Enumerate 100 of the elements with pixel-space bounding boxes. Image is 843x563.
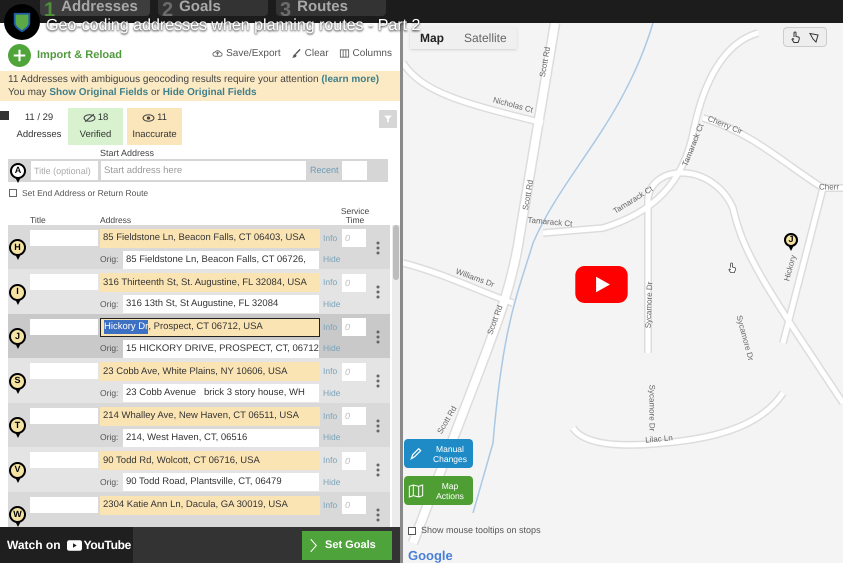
title-input[interactable] — [30, 408, 98, 424]
step-label: Routes — [297, 0, 348, 14]
show-original-fields-link[interactable]: Show Original Fields — [49, 87, 148, 98]
stat-count: 18 — [98, 110, 108, 125]
orig-label: Orig: — [100, 431, 120, 444]
info-link[interactable]: Info — [323, 410, 341, 423]
notice-text: You may Show Original Fields or Hide Original Fields — [8, 86, 258, 99]
step-tab[interactable]: 2 Goals — [158, 0, 268, 16]
title-input[interactable] — [30, 363, 98, 380]
kebab-menu-icon — [376, 240, 380, 254]
hand-cursor-icon — [727, 262, 738, 274]
kebab-menu-icon — [376, 285, 380, 299]
address-input[interactable]: 316 Thirteenth St, St. Augustine, FL 32084, USA — [100, 273, 320, 292]
play-button-icon — [575, 266, 628, 303]
service-time-input[interactable]: 0 — [342, 496, 366, 514]
map-type-tab[interactable]: Satellite — [454, 27, 517, 49]
original-address-input[interactable]: 214, West Haven, CT, 06516 — [123, 428, 319, 447]
checkbox[interactable] — [9, 189, 17, 198]
address-input[interactable]: 85 Fieldstone Ln, Beacon Falls, CT 06403, USA — [100, 228, 320, 248]
hide-link[interactable]: Hide — [323, 253, 340, 266]
step-number: 2 — [162, 0, 174, 16]
info-link[interactable]: Info — [323, 232, 341, 245]
google-logo: Google — [408, 547, 453, 563]
start-address-input[interactable]: Start address here — [101, 161, 306, 180]
watch-on-label: Watch on — [7, 537, 61, 554]
collapse-icon[interactable] — [0, 111, 9, 120]
step-number: 1 — [44, 0, 56, 16]
learn-more-link[interactable]: (learn more) — [321, 74, 380, 85]
set-goals-button[interactable]: Set Goals — [302, 530, 392, 560]
hide-original-fields-link[interactable]: Hide Original Fields — [162, 87, 257, 98]
info-link[interactable]: Info — [323, 365, 341, 378]
title-input[interactable] — [30, 496, 98, 513]
map-actions-button[interactable]: Map Actions — [404, 476, 473, 505]
original-address-input[interactable]: 23 Cobb Avenue brick 3 story house, WH — [123, 384, 319, 402]
orig-label: Orig: — [100, 476, 120, 489]
checkbox-label: Show mouse tooltips on stops — [421, 524, 541, 537]
step-tab[interactable]: 3 Routes — [276, 0, 386, 16]
map-icon — [408, 482, 424, 498]
street-label: Sycamore Dr — [648, 384, 656, 432]
step-number: 3 — [280, 0, 292, 16]
kebab-menu-icon — [376, 418, 380, 432]
street-label: Nicholas Ct — [492, 95, 534, 115]
columns-button[interactable]: Columns — [352, 46, 392, 61]
inaccurate-filter[interactable]: 11 Inaccurate — [127, 108, 182, 145]
kebab-menu-icon — [376, 374, 380, 388]
play-logo-icon — [66, 540, 82, 550]
hide-link[interactable]: Hide — [323, 386, 340, 400]
address-input[interactable]: 2304 Katie Ann Ln, Dacula, GA 30019, USA — [100, 496, 320, 515]
service-time-input[interactable] — [342, 161, 367, 180]
column-heading: Service Time — [340, 206, 370, 225]
service-time-input[interactable]: 0 — [342, 274, 366, 292]
info-link[interactable]: Info — [323, 498, 341, 512]
info-link[interactable]: Info — [323, 276, 341, 290]
original-address-input[interactable]: 90 Todd Road, Plantsville, CT, 06479 — [123, 473, 319, 492]
street-label: Scott Rd — [538, 46, 552, 78]
address-input[interactable]: 23 Cobb Ave, White Plains, NY 10606, USA — [100, 362, 320, 382]
original-address-input[interactable]: 316 13th St, St Augustine, FL 32084 — [123, 295, 319, 314]
manual-changes-button[interactable]: Manual Changes — [404, 439, 473, 468]
service-time-input[interactable]: 0 — [342, 407, 366, 426]
scrollbar[interactable] — [392, 224, 400, 527]
address-input[interactable]: 90 Todd Rd, Wolcott, CT 06716, USA — [100, 451, 320, 470]
cloud-upload-icon — [212, 48, 224, 59]
filter-icon — [383, 114, 393, 124]
hide-link[interactable]: Hide — [323, 476, 340, 489]
title-input[interactable]: Title (optional) — [31, 161, 98, 180]
import-reload-button[interactable]: Import & Reload — [37, 47, 122, 64]
service-time-input[interactable]: 0 — [342, 362, 366, 381]
youtube-logo-text: YouTube — [84, 537, 132, 554]
street-label: Scott Rd — [520, 179, 536, 211]
checkbox[interactable] — [408, 526, 416, 535]
address-input[interactable]: 214 Whalley Ave, New Haven, CT 06511, USA — [100, 406, 320, 426]
pencil-icon — [408, 446, 424, 462]
service-time-input[interactable]: 0 — [342, 229, 366, 248]
clear-button[interactable]: Clear — [304, 46, 329, 61]
hide-link[interactable]: Hide — [323, 298, 340, 311]
street-label: Tamarack Ct — [527, 216, 573, 228]
original-address-input[interactable]: 85 Fieldstone Ln, Beacon Falls, CT 06726, — [123, 250, 319, 269]
service-time-input[interactable]: 0 — [342, 318, 366, 336]
original-address-input[interactable]: 15 HICKORY DRIVE, PROSPECT, CT, 06712 — [123, 340, 319, 358]
step-label: Addresses — [61, 0, 138, 14]
title-input[interactable] — [30, 452, 98, 468]
plus-icon — [8, 44, 31, 67]
verified-filter[interactable]: 18 Verified — [68, 108, 123, 145]
service-time-input[interactable]: 0 — [342, 452, 366, 470]
stat-label: Verified — [80, 128, 112, 142]
stat-count: 11 — [157, 110, 167, 125]
save-export-button[interactable]: Save/Export — [226, 46, 281, 61]
step-label: Goals — [179, 0, 221, 14]
info-link[interactable]: Info — [323, 454, 341, 468]
hide-link[interactable]: Hide — [323, 431, 340, 444]
title-input[interactable] — [30, 318, 98, 335]
title-input[interactable] — [30, 230, 98, 246]
step-tab[interactable]: 1 Addresses — [40, 0, 150, 16]
chevron-right-icon — [310, 538, 317, 552]
title-input[interactable] — [30, 274, 98, 290]
recent-link[interactable]: Recent — [310, 164, 340, 178]
street-label: Hickory — [782, 254, 798, 282]
street-label: Lilac Ln — [644, 433, 674, 445]
street-label: Cherr — [819, 182, 839, 192]
filter-button[interactable] — [379, 110, 397, 128]
